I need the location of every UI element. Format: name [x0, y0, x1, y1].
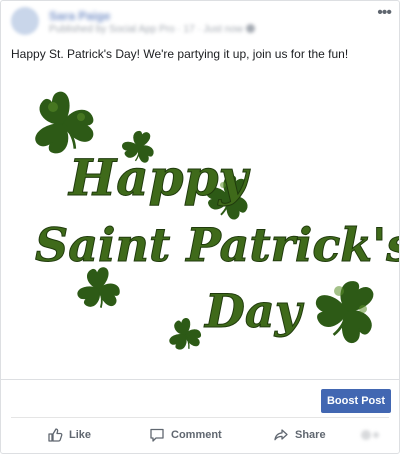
st-patricks-graphic: Happy Saint Patrick's Day — [1, 77, 399, 367]
boost-post-button[interactable]: Boost Post — [321, 389, 391, 413]
share-icon — [274, 429, 288, 441]
post-meta: Published by Social App Pro · 17 · Just … — [49, 24, 255, 35]
post-card: Sara Paige Published by Social App Pro ·… — [0, 0, 400, 454]
page-name[interactable]: Sara Paige — [49, 9, 110, 23]
image-line-2: Saint Patrick's — [35, 218, 399, 272]
comment-icon — [150, 428, 164, 442]
share-label: Share — [295, 429, 326, 441]
avatar-icon — [361, 430, 371, 440]
post-image[interactable]: Happy Saint Patrick's Day — [1, 77, 399, 367]
thumbs-up-icon — [48, 428, 63, 442]
share-button[interactable]: Share — [273, 419, 326, 451]
reaction-selector[interactable] — [361, 427, 383, 443]
shamrock-icon — [72, 265, 124, 313]
image-line-3: Day — [203, 284, 305, 338]
shamrock-icon — [303, 269, 389, 351]
shamrock-icon — [163, 314, 207, 355]
avatar[interactable] — [11, 7, 39, 35]
like-label: Like — [69, 429, 92, 441]
divider — [1, 379, 399, 380]
globe-icon — [246, 24, 255, 33]
post-meta-text: Published by Social App Pro · 17 · Just … — [49, 24, 243, 35]
more-options-icon[interactable]: ••• — [377, 4, 392, 22]
image-line-1: Happy — [67, 148, 251, 207]
action-bar: Like Comment Share — [1, 419, 399, 451]
chevron-down-icon — [373, 432, 379, 438]
post-header: Sara Paige Published by Social App Pro ·… — [1, 1, 399, 41]
like-button[interactable]: Like — [47, 419, 91, 451]
comment-button[interactable]: Comment — [149, 419, 222, 451]
comment-label: Comment — [171, 429, 222, 441]
post-text: Happy St. Patrick's Day! We're partying … — [11, 47, 349, 61]
divider — [11, 417, 389, 418]
